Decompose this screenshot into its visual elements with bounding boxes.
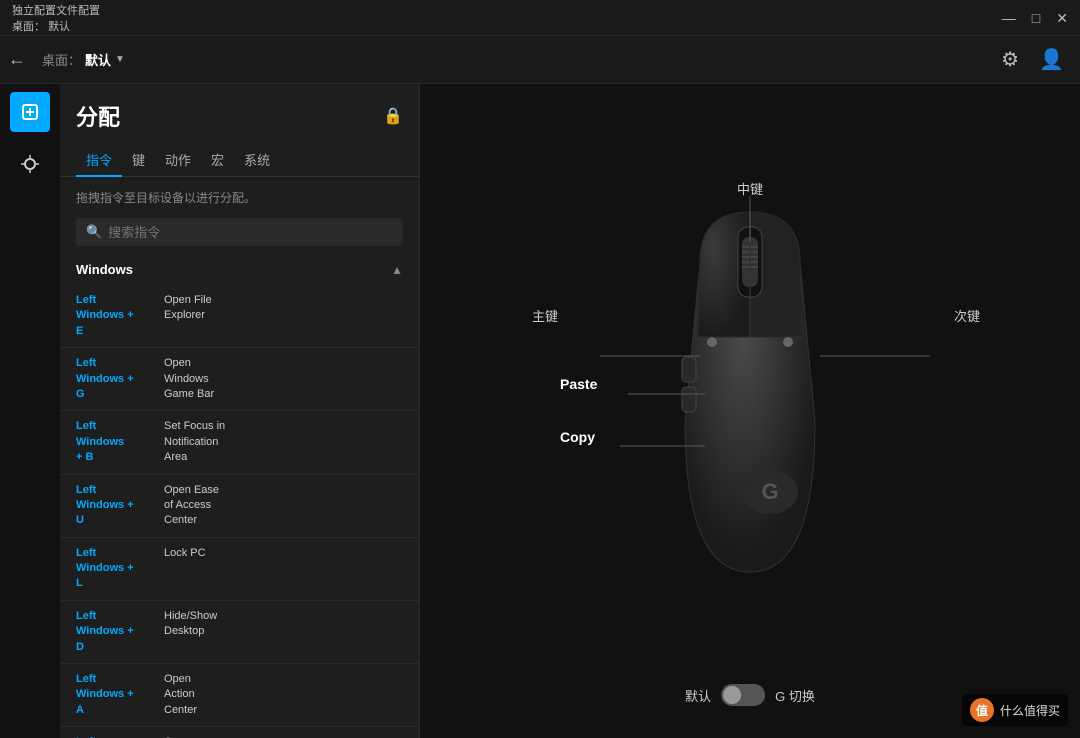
profile-label: 桌面： (12, 21, 45, 33)
section-chevron-icon: ▲ (391, 263, 403, 277)
command-item[interactable]: Left Windows + B Set Focus in Notificati… (60, 411, 419, 474)
mouse-diagram: G 中键 主键 次键 Paste Copy (500, 121, 1000, 701)
command-item[interactable]: Left Windows + I Open Windows Setting (60, 727, 419, 738)
label-copy-button: Copy (560, 429, 595, 445)
sidebar-dpi-button[interactable] (10, 144, 50, 184)
svg-text:G: G (761, 479, 778, 504)
command-panel: 分配 🔒 指令 键 动作 宏 系统 拖拽指令至目标设备以进行分配。 🔍 Wind… (60, 84, 420, 738)
search-box: 🔍 (76, 218, 403, 246)
command-key: Left Windows + U (76, 483, 156, 529)
tab-macros[interactable]: 宏 (201, 144, 234, 177)
toggle-left-label: 默认 (685, 686, 711, 705)
panel-hint: 拖拽指令至目标设备以进行分配。 (60, 177, 419, 214)
command-key: Left Windows + D (76, 609, 156, 655)
command-desc: Open File Explorer (164, 293, 212, 324)
mouse-svg: G (630, 202, 870, 582)
topbar-left: ← 桌面： 默认 ▼ (8, 49, 125, 70)
toggle-right-label: G 切换 (775, 686, 815, 705)
tabs: 指令 键 动作 宏 系统 (60, 132, 419, 177)
tab-keys[interactable]: 键 (122, 144, 155, 177)
profile-toggle[interactable] (721, 684, 765, 706)
lock-icon[interactable]: 🔒 (383, 106, 403, 126)
topbar-right: ⚙ 👤 (1001, 47, 1064, 72)
command-desc: Open Ease of Access Center (164, 483, 219, 529)
command-desc: Set Focus in Notification Area (164, 419, 225, 465)
command-desc: Lock PC (164, 546, 206, 561)
minimize-button[interactable]: — (1002, 11, 1016, 25)
settings-icon[interactable]: ⚙ (1001, 47, 1019, 72)
search-input[interactable] (108, 225, 393, 240)
sidebar-assign-button[interactable] (10, 92, 50, 132)
command-key: Left Windows + B (76, 419, 156, 465)
command-items-container: Left Windows + E Open File Explorer Left… (60, 285, 419, 738)
search-icon: 🔍 (86, 224, 102, 240)
command-key: Left Windows + L (76, 546, 156, 592)
chevron-down-icon: ▼ (115, 54, 125, 65)
label-right-button: 次键 (954, 306, 980, 325)
maximize-button[interactable]: □ (1032, 11, 1040, 25)
label-middle-button: 中键 (737, 179, 763, 198)
tab-actions[interactable]: 动作 (155, 144, 201, 177)
titlebar: 独立配置文件配置 桌面： 默认 — □ ✕ (0, 0, 1080, 36)
command-item[interactable]: Left Windows + D Hide/Show Desktop (60, 601, 419, 664)
label-left-button: 主键 (532, 306, 558, 325)
tab-system[interactable]: 系统 (234, 144, 280, 177)
command-item[interactable]: Left Windows + U Open Ease of Access Cen… (60, 475, 419, 538)
titlebar-subtitle: 桌面： 默认 (12, 18, 100, 34)
close-button[interactable]: ✕ (1056, 11, 1068, 25)
profile-selector-name: 默认 (85, 50, 111, 69)
windows-section-header[interactable]: Windows ▲ (60, 254, 419, 285)
command-desc: Open Windows Game Bar (164, 356, 214, 402)
titlebar-info: 独立配置文件配置 桌面： 默认 (12, 2, 100, 34)
command-item[interactable]: Left Windows + A Open Action Center (60, 664, 419, 727)
panel-title: 分配 (76, 100, 120, 132)
profile-selector[interactable]: 桌面： 默认 ▼ (42, 50, 125, 69)
account-icon[interactable]: 👤 (1039, 47, 1064, 72)
profile-value: 默认 (48, 21, 70, 33)
toggle-bar: 默认 G 切换 (685, 684, 815, 706)
command-item[interactable]: Left Windows + G Open Windows Game Bar (60, 348, 419, 411)
topbar: ← 桌面： 默认 ▼ ⚙ 👤 (0, 36, 1080, 84)
profile-selector-label: 桌面： (42, 50, 81, 69)
icon-sidebar (0, 84, 60, 738)
command-key: Left Windows + G (76, 356, 156, 402)
command-item[interactable]: Left Windows + L Lock PC (60, 538, 419, 601)
watermark-icon: 值 (970, 698, 994, 722)
titlebar-title: 独立配置文件配置 (12, 2, 100, 18)
main-layout: 分配 🔒 指令 键 动作 宏 系统 拖拽指令至目标设备以进行分配。 🔍 Wind… (0, 84, 1080, 738)
back-button[interactable]: ← (8, 49, 26, 70)
section-title: Windows (76, 262, 133, 277)
command-desc: Hide/Show Desktop (164, 609, 217, 640)
label-paste-button: Paste (560, 376, 597, 392)
titlebar-controls: — □ ✕ (1002, 11, 1068, 25)
tab-commands[interactable]: 指令 (76, 144, 122, 177)
mouse-area: G 中键 主键 次键 Paste Copy (420, 84, 1080, 738)
command-key: Left Windows + E (76, 293, 156, 339)
command-item[interactable]: Left Windows + E Open File Explorer (60, 285, 419, 348)
command-desc: Open Action Center (164, 672, 197, 718)
command-list: Windows ▲ Left Windows + E Open File Exp… (60, 254, 419, 738)
watermark-text: 什么值得买 (1000, 702, 1060, 719)
panel-header: 分配 🔒 (60, 84, 419, 132)
command-key: Left Windows + A (76, 672, 156, 718)
watermark: 值 什么值得买 (962, 694, 1068, 726)
